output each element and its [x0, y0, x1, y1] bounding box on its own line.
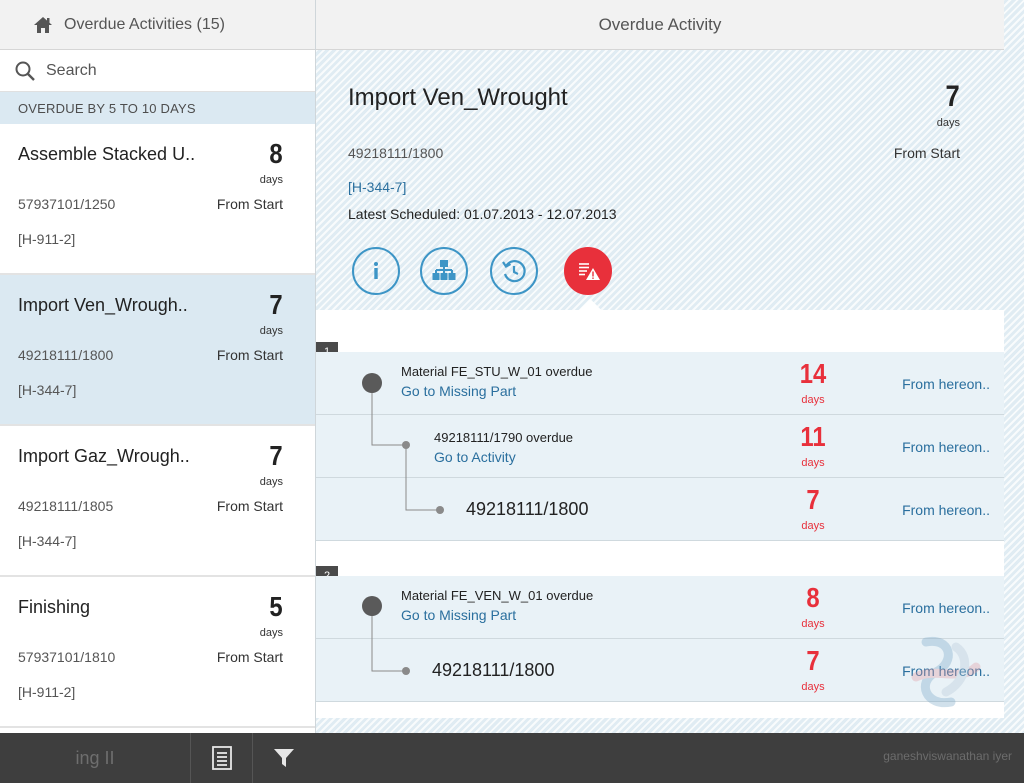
detail-from: From Start: [893, 145, 960, 161]
detail-title: Import Ven_Wrought: [348, 84, 568, 111]
row-days-unit: days: [801, 618, 825, 630]
from-hereon-link[interactable]: From hereon..: [902, 439, 990, 455]
list-item[interactable]: Finishing 5 days 57937101/1810 From Star…: [0, 577, 315, 728]
detail-tag-link[interactable]: [H-344-7]: [348, 179, 406, 195]
item-from: From Start: [216, 196, 283, 212]
go-to-missing-part-link[interactable]: Go to Missing Part: [401, 607, 516, 623]
item-days-unit: days: [259, 174, 283, 186]
dependency-row: Material FE_STU_W_01 overdue Go to Missi…: [316, 352, 1004, 415]
search-icon: [14, 60, 36, 82]
dependency-row: 49218111/1800 7 days From hereon..: [316, 478, 1004, 541]
history-button[interactable]: [490, 247, 538, 295]
item-tag: [H-911-2]: [18, 684, 76, 700]
item-days-unit: days: [259, 325, 283, 337]
row-title: 49218111/1800: [466, 499, 589, 519]
row-title: 49218111/1800: [432, 660, 555, 680]
watermark-logo: [911, 636, 981, 708]
item-name: Import Ven_Wrough..: [18, 295, 188, 315]
item-from: From Start: [216, 498, 283, 514]
row-days-unit: days: [801, 457, 825, 469]
home-icon[interactable]: [32, 14, 54, 36]
history-icon: [502, 260, 526, 283]
item-tag: [H-911-2]: [18, 231, 76, 247]
item-name: Assemble Stacked U..: [18, 144, 196, 164]
detail-days-unit: days: [936, 117, 960, 129]
row-title: Material FE_VEN_W_01 overdue: [401, 588, 594, 603]
info-icon: [374, 262, 378, 279]
list-item[interactable]: Assemble Stacked U.. 8 days 57937101/125…: [0, 124, 315, 275]
item-name: Import Gaz_Wrough..: [18, 446, 190, 466]
item-days: 7: [269, 440, 283, 471]
bottom-left-label: ing II: [75, 747, 115, 768]
info-button[interactable]: [352, 247, 400, 295]
row-title: Material FE_STU_W_01 overdue: [401, 364, 593, 379]
row-days: 14: [799, 358, 827, 389]
hierarchy-button[interactable]: [420, 247, 468, 295]
from-hereon-link[interactable]: From hereon..: [902, 376, 990, 392]
item-code: 49218111/1800: [18, 347, 114, 363]
detail-header: Overdue Activity: [316, 0, 1004, 50]
row-days: 11: [800, 421, 826, 452]
list-title: Overdue Activities (15): [64, 15, 225, 33]
list-view-button[interactable]: [190, 733, 252, 783]
filter-icon: [273, 749, 294, 767]
activity-list-pane: Overdue Activities (15) Search OVERDUE B…: [0, 0, 316, 733]
row-title: 49218111/1790 overdue: [434, 430, 574, 445]
row-days: 7: [806, 645, 820, 676]
from-hereon-link[interactable]: From hereon..: [902, 502, 990, 518]
warning-list-icon: [579, 263, 600, 280]
item-days: 8: [269, 138, 283, 169]
hierarchy-icon: [432, 260, 456, 280]
row-days-unit: days: [801, 681, 825, 693]
credit-text: ganeshviswanathan iyer: [883, 749, 1012, 763]
from-hereon-link[interactable]: From hereon..: [902, 600, 990, 616]
item-name: Finishing: [18, 597, 91, 617]
list-item[interactable]: Import Gaz_Wrough.. 7 days 49218111/1805…: [0, 426, 315, 577]
item-days-unit: days: [259, 476, 283, 488]
go-to-activity-link[interactable]: Go to Activity: [434, 449, 516, 465]
row-days-unit: days: [801, 520, 825, 532]
search-field[interactable]: Search: [0, 50, 315, 92]
item-tag: [H-344-7]: [18, 382, 77, 398]
list-header: Overdue Activities (15): [0, 0, 315, 50]
detail-code: 49218111/1800: [348, 145, 444, 161]
list-item[interactable]: Import Ven_Wrough.. 7 days 49218111/1800…: [0, 275, 315, 426]
detail-scheduled: Latest Scheduled: 01.07.2013 - 12.07.201…: [348, 206, 617, 222]
group-header: OVERDUE BY 5 TO 10 DAYS: [0, 92, 315, 124]
dependency-row: 49218111/1790 overdue Go to Activity 11 …: [316, 415, 1004, 478]
row-days: 8: [806, 582, 820, 613]
item-code: 57937101/1810: [18, 649, 116, 665]
bottom-toolbar: ing II ganeshviswanathan iyer: [0, 733, 1024, 783]
go-to-missing-part-link[interactable]: Go to Missing Part: [401, 383, 516, 399]
item-code: 49218111/1805: [18, 498, 114, 514]
list-icon: [211, 746, 232, 770]
detail-days: 7: [945, 80, 960, 113]
item-from: From Start: [216, 347, 283, 363]
overdue-warnings-button[interactable]: [564, 247, 612, 295]
filter-button[interactable]: [252, 733, 314, 783]
item-days: 7: [269, 289, 283, 320]
item-from: From Start: [216, 649, 283, 665]
row-days: 7: [806, 484, 820, 515]
search-placeholder: Search: [46, 61, 97, 79]
item-days-unit: days: [259, 627, 283, 639]
item-days: 5: [269, 591, 283, 622]
row-days-unit: days: [801, 394, 825, 406]
item-code: 57937101/1250: [18, 196, 116, 212]
item-tag: [H-344-7]: [18, 533, 77, 549]
